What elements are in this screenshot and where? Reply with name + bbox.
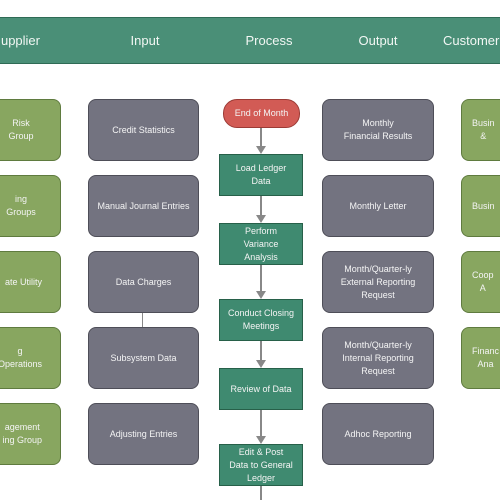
- customer-box[interactable]: Financ Ana: [461, 327, 500, 389]
- arrow-down-icon: [256, 291, 266, 299]
- supplier-box[interactable]: ate Utility: [0, 251, 61, 313]
- input-box[interactable]: Subsystem Data: [88, 327, 199, 389]
- flow-connector: [260, 128, 262, 147]
- customer-box[interactable]: Busin &: [461, 99, 500, 161]
- supplier-box[interactable]: Risk Group: [0, 99, 61, 161]
- supplier-box[interactable]: ing Groups: [0, 175, 61, 237]
- process-box[interactable]: Review of Data: [219, 368, 303, 410]
- process-box[interactable]: Edit & Post Data to General Ledger: [219, 444, 303, 486]
- flow-connector: [260, 265, 262, 292]
- flow-connector: [260, 196, 262, 216]
- supplier-box[interactable]: agement ing Group: [0, 403, 61, 465]
- input-box[interactable]: Adjusting Entries: [88, 403, 199, 465]
- arrow-down-icon: [256, 146, 266, 154]
- output-box[interactable]: Monthly Financial Results: [322, 99, 434, 161]
- process-box[interactable]: Conduct Closing Meetings: [219, 299, 303, 341]
- header-4: Customer: [443, 33, 500, 48]
- input-box[interactable]: Data Charges: [88, 251, 199, 313]
- process-start[interactable]: End of Month: [223, 99, 300, 128]
- output-box[interactable]: Monthly Letter: [322, 175, 434, 237]
- header-3: Output: [358, 33, 398, 48]
- customer-box[interactable]: Coop A: [461, 251, 500, 313]
- header-2: Process: [245, 33, 293, 48]
- supplier-box[interactable]: g Operations: [0, 327, 61, 389]
- customer-box[interactable]: Busin: [461, 175, 500, 237]
- arrow-down-icon: [256, 215, 266, 223]
- arrow-down-icon: [256, 436, 266, 444]
- flow-connector: [260, 341, 262, 361]
- input-connector: [142, 313, 143, 327]
- header-0: upplier: [0, 33, 40, 48]
- arrow-down-icon: [256, 360, 266, 368]
- output-box[interactable]: Month/Quarter-ly Internal Reporting Requ…: [322, 327, 434, 389]
- flow-connector: [260, 410, 262, 437]
- flow-connector: [260, 486, 262, 500]
- process-box[interactable]: Load Ledger Data: [219, 154, 303, 196]
- output-box[interactable]: Adhoc Reporting: [322, 403, 434, 465]
- process-box[interactable]: Perform Variance Analysis: [219, 223, 303, 265]
- output-box[interactable]: Month/Quarter-ly External Reporting Requ…: [322, 251, 434, 313]
- input-box[interactable]: Credit Statistics: [88, 99, 199, 161]
- input-box[interactable]: Manual Journal Entries: [88, 175, 199, 237]
- header-1: Input: [130, 33, 160, 48]
